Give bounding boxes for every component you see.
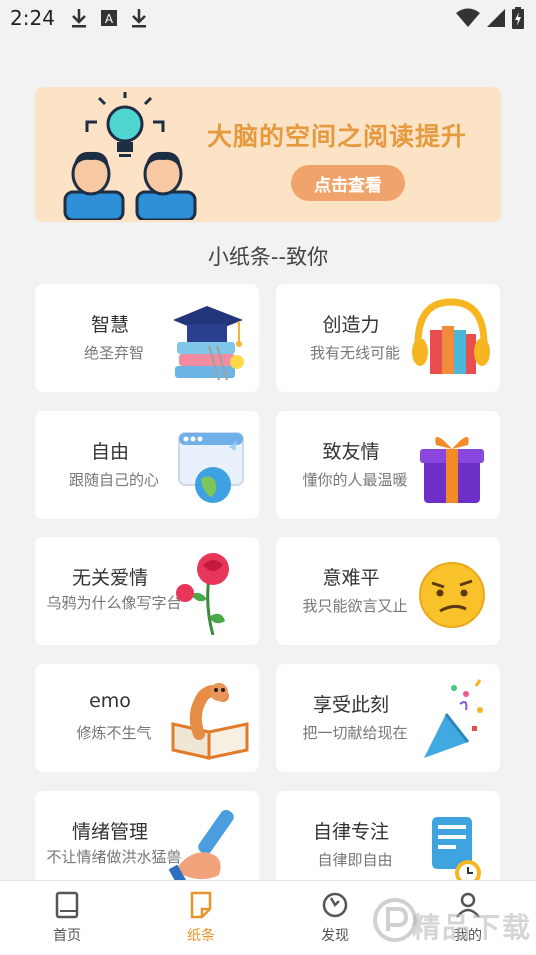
download-icon <box>132 9 146 28</box>
banner-title: 大脑的空间之阅读提升 <box>207 122 468 151</box>
card-title: emo <box>89 690 131 712</box>
reading-banner[interactable]: 大脑的空间之阅读提升 点击查看 <box>35 87 501 222</box>
party-popper-icon <box>424 679 483 758</box>
card-subtitle: 修炼不生气 <box>76 724 152 742</box>
section-title: 小纸条--致你 <box>207 245 329 269</box>
browser-globe-icon <box>178 432 244 503</box>
view-button[interactable]: 点击查看 <box>291 165 405 201</box>
card-subtitle: 绝圣弃智 <box>83 344 144 362</box>
card-friendship[interactable]: 致友情 懂你的人最温暖 <box>276 411 500 519</box>
card-subtitle: 懂你的人最温暖 <box>302 471 408 489</box>
card-title: 无关爱情 <box>71 567 148 589</box>
card-subtitle: 不让情绪做洪水猛兽 <box>46 848 182 866</box>
card-title: 享受此刻 <box>312 694 389 716</box>
card-creativity[interactable]: 创造力 我有无线可能 <box>276 284 500 392</box>
nav-label: 纸条 <box>187 928 215 944</box>
card-freedom[interactable]: 自由 跟随自己的心 <box>35 411 259 519</box>
nav-label: 发现 <box>321 928 349 944</box>
card-subtitle: 我只能欲言又止 <box>302 597 408 615</box>
nav-discover[interactable]: 发现 <box>295 891 375 945</box>
status-bar: 2:24 A <box>0 0 536 36</box>
wifi-icon <box>456 8 480 27</box>
books-graduation-cap-icon <box>173 306 244 381</box>
nav-home[interactable]: 首页 <box>27 891 107 945</box>
card-wisdom[interactable]: 智慧 绝圣弃智 <box>35 284 259 392</box>
worm-book-icon <box>171 683 249 760</box>
card-title: 自由 <box>90 441 129 463</box>
gift-box-icon <box>420 436 484 503</box>
card-emo[interactable]: emo 修炼不生气 <box>35 664 259 772</box>
nav-notes[interactable]: 纸条 <box>161 891 241 945</box>
card-subtitle: 乌鸦为什么像写字台 <box>46 594 182 612</box>
card-subtitle: 跟随自己的心 <box>68 471 159 489</box>
card-title: 致友情 <box>322 441 380 463</box>
signal-icon <box>487 9 505 27</box>
people-idea-illustration <box>63 92 197 220</box>
card-title: 自律专注 <box>312 821 389 843</box>
card-regret[interactable]: 意难平 我只能欲言又止 <box>276 537 500 645</box>
battery-icon <box>512 7 524 29</box>
note-icon <box>190 891 212 919</box>
svg-text:A: A <box>105 12 114 26</box>
watermark-text: 精品下载 <box>411 911 532 944</box>
card-title: 意难平 <box>322 567 380 589</box>
status-time: 2:24 <box>10 6 55 30</box>
nav-label: 首页 <box>53 928 81 944</box>
download-icon <box>72 9 86 28</box>
card-enjoy-moment[interactable]: 享受此刻 把一切献给现在 <box>276 664 500 772</box>
book-icon <box>55 891 79 919</box>
notebook-clock-icon <box>432 817 481 886</box>
books-headphones-icon <box>412 298 490 374</box>
card-subtitle: 把一切献给现在 <box>302 724 408 742</box>
card-title: 情绪管理 <box>71 821 148 843</box>
notification-icons: A <box>70 7 148 29</box>
rose-icon <box>176 553 229 635</box>
system-icons <box>456 7 524 29</box>
card-title: 创造力 <box>322 314 380 336</box>
card-not-love[interactable]: 无关爱情 乌鸦为什么像写字台 <box>35 537 259 645</box>
confused-face-icon <box>419 562 485 628</box>
card-subtitle: 自律即自由 <box>317 851 393 869</box>
text-icon: A <box>101 10 117 26</box>
card-subtitle: 我有无线可能 <box>309 344 400 362</box>
compass-icon <box>322 892 348 918</box>
card-title: 智慧 <box>90 314 129 336</box>
hand-scroll-icon <box>169 809 234 888</box>
